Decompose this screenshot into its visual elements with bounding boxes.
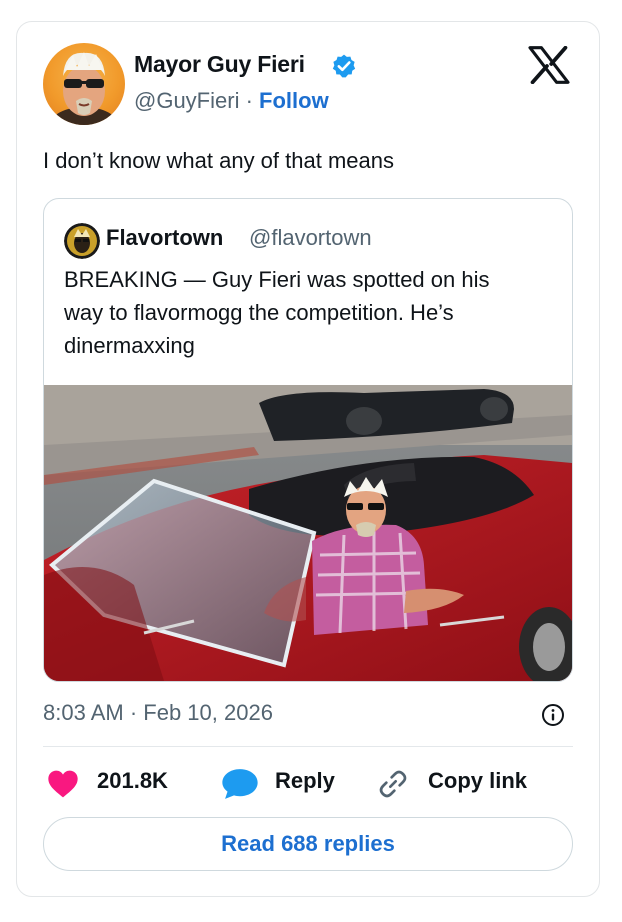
author-name[interactable]: Mayor Guy Fieri xyxy=(134,51,305,78)
reply-icon[interactable] xyxy=(221,767,259,801)
like-count[interactable]: 201.8K xyxy=(97,768,168,794)
quoted-media-image[interactable] xyxy=(44,385,572,681)
tweet-timestamp[interactable]: 8:03 AM · Feb 10, 2026 xyxy=(43,700,273,726)
heart-icon[interactable] xyxy=(47,769,79,799)
quoted-tweet[interactable]: Flavortown @flavortown BREAKING — Guy Fi… xyxy=(43,198,573,682)
link-icon[interactable] xyxy=(377,768,409,800)
quoted-text-line: BREAKING — Guy Fieri was spotted on his xyxy=(64,267,490,292)
author-handle-line: @GuyFieri · Follow xyxy=(134,88,329,114)
read-replies-button[interactable]: Read 688 replies xyxy=(43,817,573,871)
x-logo-icon[interactable] xyxy=(528,46,570,84)
quoted-text-line: way to flavormogg the competition. He’s xyxy=(64,300,454,325)
quoted-text: BREAKING — Guy Fieri was spotted on his … xyxy=(64,263,564,362)
quoted-text-line: dinermaxxing xyxy=(64,333,195,358)
verified-badge-icon xyxy=(332,54,356,78)
copy-link-button[interactable]: Copy link xyxy=(428,768,527,794)
info-icon[interactable] xyxy=(541,703,565,727)
quoted-avatar[interactable] xyxy=(64,223,100,259)
handle-separator: · xyxy=(245,88,253,113)
author-avatar[interactable] xyxy=(43,43,125,125)
follow-button[interactable]: Follow xyxy=(259,88,329,113)
tweet-text: I don’t know what any of that means xyxy=(43,148,394,173)
author-handle[interactable]: @GuyFieri xyxy=(134,88,239,113)
divider xyxy=(43,746,573,747)
flavortown-logo-icon xyxy=(64,223,100,259)
avatar-portrait xyxy=(50,52,118,125)
quoted-handle[interactable]: @flavortown xyxy=(249,225,372,251)
quoted-name[interactable]: Flavortown xyxy=(106,225,223,251)
reply-button[interactable]: Reply xyxy=(275,768,335,794)
